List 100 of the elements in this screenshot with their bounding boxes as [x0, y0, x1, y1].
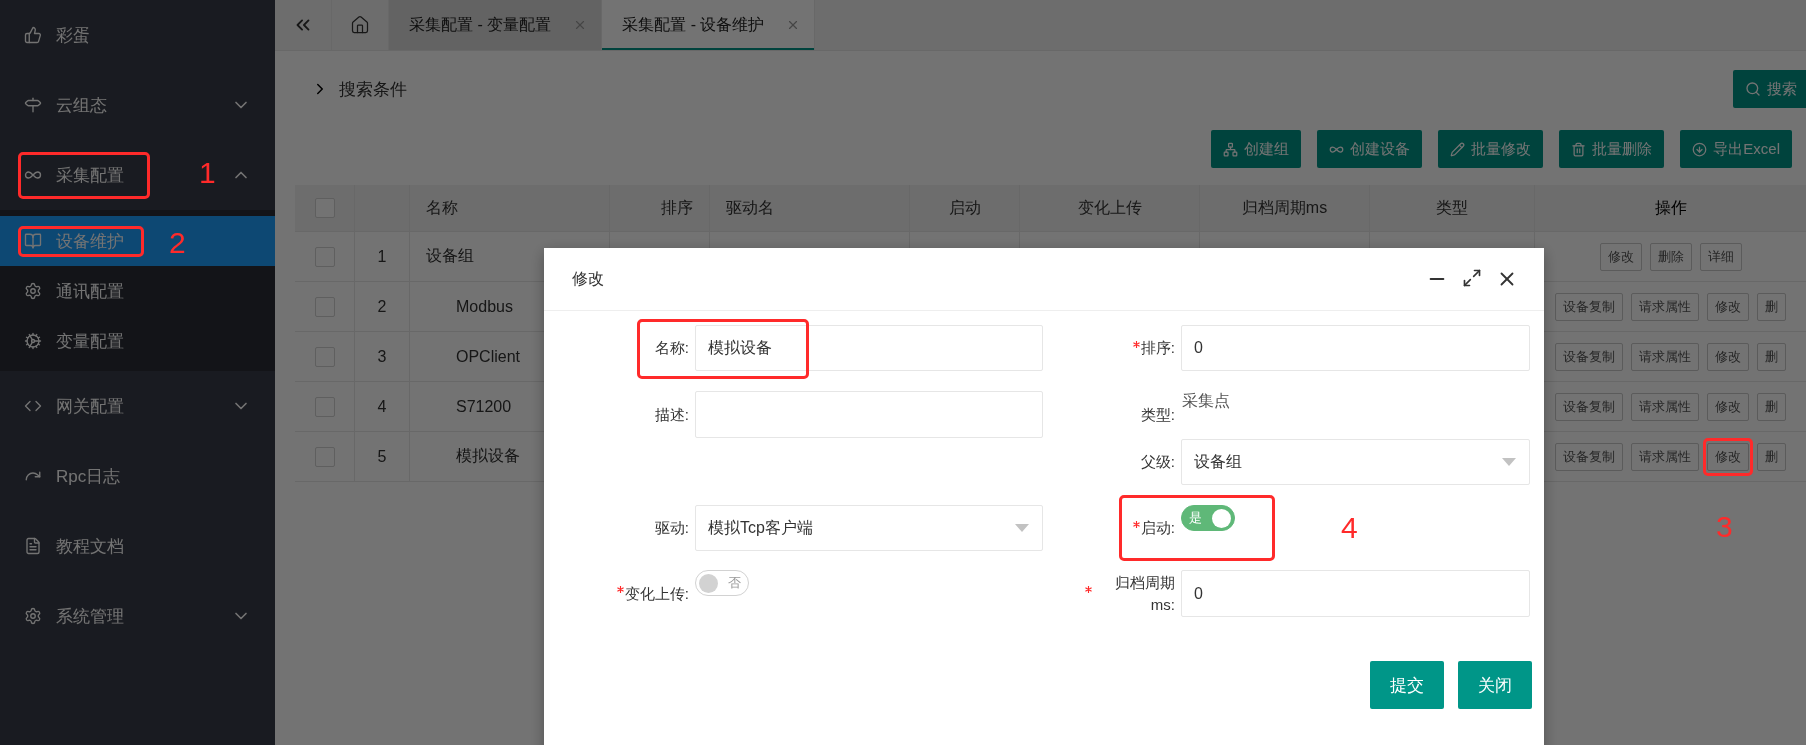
menu-label: 设备维护 [56, 230, 124, 253]
menu-label: 教程文档 [56, 535, 124, 558]
row-action-button[interactable]: 删除 [1649, 242, 1692, 271]
row-action-button[interactable]: 设备复制 [1555, 442, 1623, 471]
menu-label: 采集配置 [56, 164, 124, 187]
table-cell: S71200 [456, 397, 512, 416]
column-header: 操作 [1654, 197, 1687, 218]
field-label: 启动: [1140, 518, 1175, 539]
dialog-button[interactable]: 提交 [1370, 661, 1444, 709]
row-number: 5 [377, 447, 387, 466]
menu-item-icon [24, 282, 42, 300]
dialog-title: 修改 [572, 268, 604, 289]
row-action-button[interactable]: 设备复制 [1555, 292, 1623, 321]
column-header: 驱动名 [726, 197, 774, 218]
menu-label: 通讯配置 [56, 280, 124, 303]
search-conditions-label[interactable]: 搜索条件 [339, 77, 407, 101]
row-action-button[interactable]: 请求属性 [1631, 392, 1699, 421]
sidebar-item[interactable]: 系统管理 [0, 581, 275, 651]
field-label: 归档周期ms: [1114, 572, 1175, 615]
annotation-number: 4 [1341, 511, 1358, 545]
toolbar-button[interactable]: 创建设备 [1317, 130, 1423, 168]
row-action-button[interactable]: 请求属性 [1631, 442, 1699, 471]
field-value: 采集点 [1182, 391, 1230, 411]
row-action-button[interactable]: 详细 [1699, 242, 1742, 271]
table-cell-text: 设备组 [426, 246, 474, 266]
sidebar-item[interactable]: 教程文档 [0, 511, 275, 581]
annotation-number: 3 [1716, 509, 1733, 544]
row-action-button[interactable]: 修改 [1707, 392, 1749, 421]
select-field[interactable]: 设备组 [1181, 439, 1530, 485]
table-cell: Modbus [456, 297, 513, 316]
dropdown-arrow-icon [1014, 523, 1030, 533]
row-action-button[interactable]: 删 [1757, 292, 1786, 321]
sidebar-item[interactable]: 云组态 [0, 70, 275, 140]
toolbar-button[interactable]: 批量修改 [1438, 130, 1544, 168]
column-header: 变化上传 [1077, 197, 1142, 218]
row-action-button[interactable]: 修改 [1707, 292, 1749, 321]
maximize-icon[interactable] [1462, 268, 1482, 288]
sidebar-item[interactable]: 网关配置 [0, 371, 275, 441]
tab[interactable]: 采集配置 - 变量配置 [389, 0, 603, 50]
column-header: 名称 [426, 197, 458, 218]
field-label: 类型: [1140, 404, 1175, 425]
menu-item-icon [24, 26, 42, 44]
row-number: 3 [377, 347, 387, 366]
menu-label: 彩蛋 [56, 24, 90, 47]
sidebar-item[interactable]: 采集配置 1 [0, 140, 275, 210]
search-button[interactable]: 搜索 [1733, 70, 1806, 108]
row-action-button[interactable]: 删 [1757, 392, 1786, 421]
menu-item-icon [24, 232, 42, 250]
field-label: 名称: [654, 338, 689, 359]
table-cell-text: 模拟设备 [456, 446, 520, 466]
dialog-button[interactable]: 关闭 [1458, 661, 1532, 709]
row-action-button[interactable]: 设备复制 [1555, 392, 1623, 421]
row-action-button[interactable]: 请求属性 [1631, 292, 1699, 321]
row-action-button[interactable]: 删 [1757, 442, 1786, 471]
input-field[interactable]: 0 [1181, 570, 1530, 617]
input-field[interactable]: 0 [1181, 325, 1530, 371]
field-label: 变化上传: [624, 583, 689, 604]
hierarchy-icon [1223, 141, 1239, 157]
column-header: 归档周期ms [1241, 197, 1328, 218]
toolbar-button[interactable]: 导出Excel [1680, 130, 1792, 168]
tab[interactable]: 采集配置 - 设备维护 [602, 0, 816, 50]
field-label: 描述: [654, 404, 689, 425]
field-label: 排序: [1140, 338, 1175, 359]
download-icon [1692, 141, 1708, 157]
row-number: 1 [377, 247, 387, 266]
trash-icon [1571, 141, 1587, 157]
sidebar-item[interactable]: Rpc日志 [0, 441, 275, 511]
input-field[interactable]: 模拟设备 [695, 325, 1043, 371]
menu-item-icon [24, 332, 42, 350]
select-field[interactable]: 模拟Tcp客户端 [695, 505, 1043, 551]
field-label: 驱动: [654, 518, 689, 539]
column-header: 类型 [1436, 197, 1468, 218]
row-action-button[interactable]: 设备复制 [1555, 342, 1623, 371]
row-action-button[interactable]: 修改 [1707, 342, 1749, 371]
submenu-item[interactable]: 变量配置 [0, 316, 275, 366]
row-action-button[interactable]: 请求属性 [1631, 342, 1699, 371]
toggle-switch[interactable]: 否 [695, 570, 749, 596]
menu-item-icon [24, 537, 42, 555]
annotation-number: 1 [199, 155, 216, 190]
row-action-button[interactable]: 删 [1757, 342, 1786, 371]
toolbar-button[interactable]: 创建组 [1211, 130, 1302, 168]
column-header: 排序 [661, 197, 693, 218]
dropdown-arrow-icon [1501, 457, 1517, 467]
pencil-icon [1450, 141, 1466, 157]
menu-item-icon [24, 607, 42, 625]
submenu-item[interactable]: 通讯配置 [0, 266, 275, 316]
field-label: 父级: [1140, 452, 1175, 473]
toolbar-button[interactable]: 批量删除 [1559, 130, 1665, 168]
menu-item-icon [24, 96, 42, 114]
search-icon [1745, 81, 1761, 97]
row-action-button[interactable]: 修改 [1599, 242, 1642, 271]
row-number: 4 [377, 397, 387, 416]
toggle-switch[interactable]: 是 [1181, 505, 1235, 531]
menu-label: 变量配置 [56, 330, 124, 353]
annotation-number: 2 [169, 225, 186, 260]
row-number: 2 [377, 297, 387, 316]
submenu-item[interactable]: 设备维护 2 [0, 216, 275, 266]
menu-label: 网关配置 [56, 395, 124, 418]
input-field[interactable] [695, 391, 1043, 438]
sidebar-item[interactable]: 彩蛋 [0, 0, 275, 70]
